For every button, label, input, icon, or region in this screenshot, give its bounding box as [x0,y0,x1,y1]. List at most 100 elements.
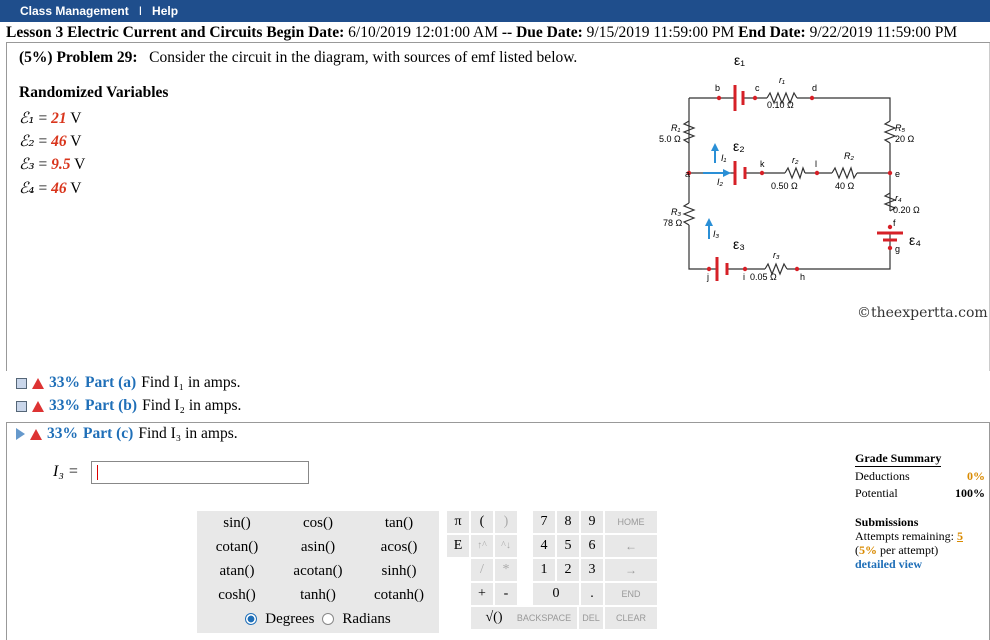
right-arrow-button[interactable]: → [605,559,657,581]
fn-cotan-button[interactable]: cotan() [197,535,277,559]
label-r2: r₂ [792,155,799,165]
part-name[interactable]: Part (b) [85,397,137,415]
fn-acotan-button[interactable]: acotan() [278,559,358,583]
date-separator: -- [501,24,513,41]
label-r4: r₄ [895,193,902,203]
delete-button[interactable]: DEL [579,607,603,629]
var-symbol: ℰ₂ [19,132,35,150]
end-date: 9/22/2019 11:59:00 PM [809,24,958,41]
left-arrow-button[interactable]: ← [605,535,657,557]
label-r1: r₁ [779,75,785,85]
grade-summary: Grade Summary Deductions 0% Potential 10… [855,451,985,501]
fn-cosh-button[interactable]: cosh() [197,583,277,607]
fn-cos-button[interactable]: cos() [278,511,358,535]
part-b[interactable]: 33% Part (b) Find I₂ in amps. [16,397,241,415]
digit-7-button[interactable]: 7 [533,511,555,533]
circuit-diagram: b c d a k l e f g h i j ε₁ ε₂ ε₃ ε₄ r₁ 0… [659,52,921,282]
resistor-R2 [831,166,858,180]
plus-button[interactable]: + [471,583,493,605]
label-R5-value: 20 Ω [895,134,915,144]
digit-2-button[interactable]: 2 [557,559,579,581]
end-button[interactable]: END [605,583,657,605]
class-management-link[interactable]: Class Management [20,4,129,18]
part-name[interactable]: Part (a) [85,374,136,392]
begin-date: 6/10/2019 12:01:00 AM [348,24,498,41]
digit-8-button[interactable]: 8 [557,511,579,533]
digit-4-button[interactable]: 4 [533,535,555,557]
radians-label[interactable]: Radians [342,611,390,628]
degrees-radio[interactable] [245,613,258,625]
label-i: i [743,272,745,282]
digit-9-button[interactable]: 9 [581,511,603,533]
minus-button[interactable]: - [495,583,517,605]
collapsed-box-icon[interactable] [16,400,27,412]
fn-asin-button[interactable]: asin() [278,535,358,559]
answer-panel: I₃ = sin() cos() tan() cotan() asin() ac… [6,422,990,640]
pi-button[interactable]: π [447,511,469,533]
resistor-R3 [682,202,696,226]
answer-input[interactable] [91,461,309,484]
var-unit: V [70,180,82,197]
problem-panel: (5%) Problem 29: Consider the circuit in… [6,43,990,371]
digit-3-button[interactable]: 3 [581,559,603,581]
var-symbol: ℰ₃ [19,155,35,173]
fn-sin-button[interactable]: sin() [197,511,277,535]
digit-6-button[interactable]: 6 [581,535,603,557]
due-date: 9/15/2019 11:59:00 PM [586,24,735,41]
warning-icon [32,377,44,389]
label-R1-value: 5.0 Ω [659,134,681,144]
clear-button[interactable]: CLEAR [605,607,657,629]
end-date-label: End Date: [738,24,806,41]
label-emf4: ε₄ [909,232,921,248]
part-a[interactable]: 33% Part (a) Find I₁ in amps. [16,374,241,392]
fn-acos-button[interactable]: acos() [359,535,439,559]
potential-label: Potential [855,486,898,500]
label-R1: R₁ [671,123,680,133]
warning-icon [32,400,44,412]
digit-1-button[interactable]: 1 [533,559,555,581]
label-f: f [893,218,896,228]
label-e: e [895,169,900,179]
label-c: c [755,83,760,93]
multiply-button[interactable]: * [495,559,517,581]
digit-0-button[interactable]: 0 [533,583,579,605]
subscript-button[interactable]: ^↓ [495,535,517,557]
text-caret [97,465,98,480]
detailed-view-link[interactable]: detailed view [855,557,922,571]
help-link[interactable]: Help [152,4,178,18]
radians-radio[interactable] [322,613,335,625]
attempts-row: Attempts remaining: 5 [855,529,990,543]
fn-tan-button[interactable]: tan() [359,511,439,535]
collapsed-box-icon[interactable] [16,377,27,389]
rparen-button[interactable]: ) [495,511,517,533]
digit-5-button[interactable]: 5 [557,535,579,557]
attempts-label: Attempts remaining: [855,529,954,543]
attempts-value: 5 [956,529,963,543]
fn-cotanh-button[interactable]: cotanh() [359,583,439,607]
fn-sinh-button[interactable]: sinh() [359,559,439,583]
decimal-button[interactable]: . [581,583,603,605]
part-weight[interactable]: 33% [49,397,80,415]
lesson-header: Lesson 3 Electric Current and Circuits B… [6,22,990,43]
lesson-title: Lesson 3 Electric Current and Circuits [6,24,263,41]
label-R3-value: 78 Ω [663,218,683,228]
label-r3-value: 0.05 Ω [750,272,777,282]
exponent-E-button[interactable]: E [447,535,469,557]
var-symbol: ℰ₁ [19,109,35,127]
superscript-button[interactable]: ↑^ [471,535,493,557]
answer-label: I₃ = [53,463,79,480]
lparen-button[interactable]: ( [471,511,493,533]
home-button[interactable]: HOME [605,511,657,533]
part-weight[interactable]: 33% [49,374,80,392]
degrees-label[interactable]: Degrees [265,611,314,628]
label-k: k [760,159,765,169]
fn-tanh-button[interactable]: tanh() [278,583,358,607]
angle-mode: Degrees Radians [197,607,439,631]
variable-emf2: ℰ₂ = 46 V [19,132,82,150]
deductions-row: Deductions 0% [855,469,985,484]
nav-separator: I [138,4,143,18]
fn-atan-button[interactable]: atan() [197,559,277,583]
backspace-button[interactable]: BACKSPACE [511,607,577,629]
label-R2: R₂ [844,151,854,161]
divide-button[interactable]: / [471,559,493,581]
